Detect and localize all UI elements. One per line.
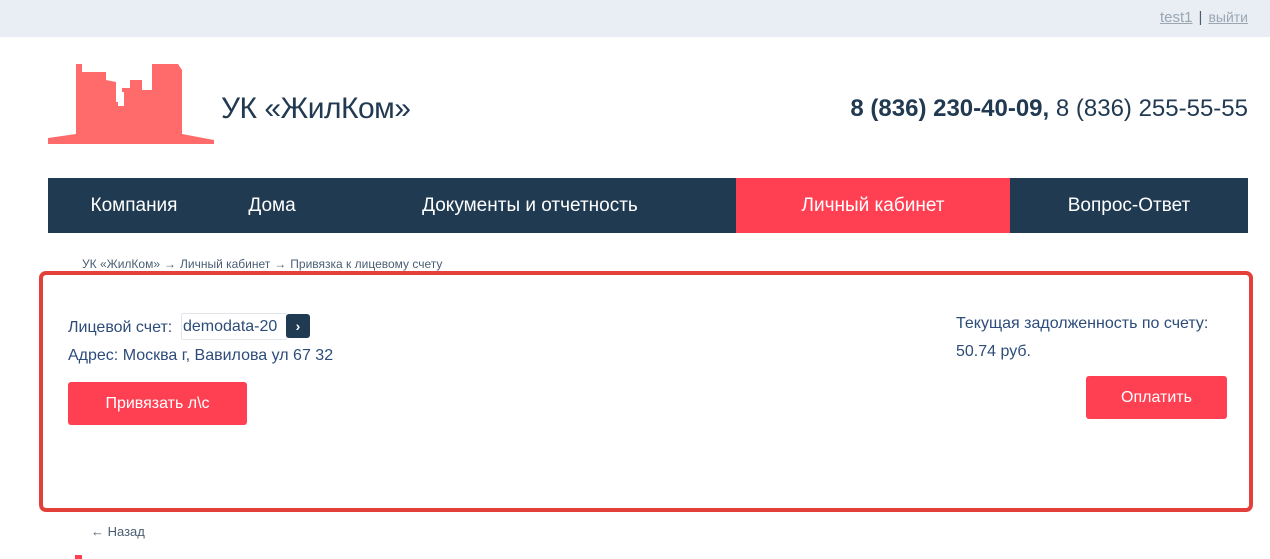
logout-link[interactable]: выйти <box>1208 9 1248 25</box>
phone-secondary[interactable]: 8 (836) 255-55-55 <box>1056 95 1248 122</box>
nav-item-documents[interactable]: Документы и отчетность <box>324 178 736 233</box>
breadcrumb-arrow: → <box>164 257 176 271</box>
user-menu: test1 | выйти <box>1160 9 1248 26</box>
nav-item-houses[interactable]: Дома <box>220 178 324 233</box>
chevron-right-icon[interactable]: › <box>286 314 310 338</box>
debt-label: Текущая задолженность по счету: <box>956 315 1209 332</box>
user-menu-separator: | <box>1198 9 1203 26</box>
bind-account-button[interactable]: Привязать л\с <box>68 382 247 425</box>
top-bar: test1 | выйти <box>0 0 1270 37</box>
username-link[interactable]: test1 <box>1160 9 1193 26</box>
account-label: Лицевой счет: <box>68 319 173 336</box>
phone-numbers: 8 (836) 230-40-09, 8 (836) 255-55-55 <box>850 95 1248 123</box>
debt-amount: 50.74 руб. <box>956 343 1031 360</box>
footer-accent-mark <box>75 555 82 559</box>
back-link[interactable]: ← Назад <box>91 524 145 539</box>
nav-item-company[interactable]: Компания <box>48 178 220 233</box>
breadcrumb-arrow: → <box>274 257 287 271</box>
breadcrumb-cabinet[interactable]: Личный кабинет <box>180 257 270 271</box>
main-nav: Компания Дома Документы и отчетность Лич… <box>48 178 1248 233</box>
nav-item-faq[interactable]: Вопрос-Ответ <box>1010 178 1248 233</box>
nav-item-personal-account[interactable]: Личный кабинет <box>736 178 1010 233</box>
brand-name: УК «ЖилКом» <box>221 92 411 125</box>
breadcrumb-home[interactable]: УК «ЖилКом» <box>82 257 160 271</box>
breadcrumb-current: Привязка к лицевому счету <box>290 257 443 271</box>
account-select[interactable]: demodata-20 <box>181 313 287 340</box>
account-address: Адрес: Москва г, Вавилова ул 67 32 <box>68 347 334 364</box>
breadcrumb: УК «ЖилКом» → Личный кабинет → Привязка к ли… <box>82 257 442 271</box>
buildings-logo-icon[interactable] <box>48 60 214 144</box>
pay-button[interactable]: Оплатить <box>1086 376 1227 419</box>
phone-main[interactable]: 8 (836) 230-40-09, <box>850 95 1049 122</box>
